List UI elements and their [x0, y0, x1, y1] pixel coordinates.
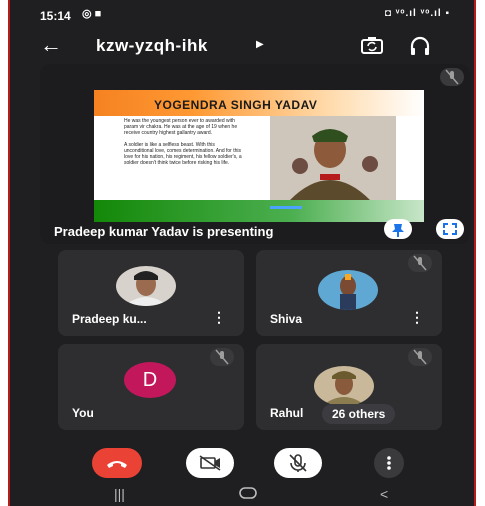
status-signal-icons: ◘ ᵛᵒ.ıl ᵛᵒ.ıl ▪	[384, 8, 450, 19]
mic-off-icon	[408, 254, 432, 272]
back-arrow-icon[interactable]: ←	[40, 32, 62, 58]
avatar	[318, 270, 378, 310]
headphones-icon[interactable]	[406, 32, 434, 60]
meeting-code[interactable]: kzw-yzqh-ihk	[96, 36, 208, 56]
mic-off-icon	[210, 348, 234, 366]
camera-off-icon	[199, 455, 221, 471]
phone-hangup-icon	[107, 461, 127, 468]
slide-link-bar	[270, 206, 302, 209]
more-vertical-icon	[387, 456, 391, 470]
presentation-tile[interactable]: YOGENDRA SINGH YADAV He was the youngest…	[40, 64, 470, 244]
meeting-header: ← kzw-yzqh-ihk ▶	[10, 28, 474, 62]
call-controls	[10, 444, 474, 484]
status-bar: 15:14 ◎ ■ ◘ ᵛᵒ.ıl ᵛᵒ.ıl ▪	[10, 0, 474, 28]
participant-name: Pradeep ku...	[72, 312, 147, 326]
caret-right-icon[interactable]: ▶	[256, 39, 264, 50]
slide-body: He was the youngest person ever to award…	[124, 118, 244, 172]
home-icon[interactable]	[238, 486, 258, 503]
more-vertical-icon[interactable]: ⋮	[212, 309, 226, 326]
pin-icon	[392, 224, 404, 237]
avatar: D	[124, 362, 176, 398]
fullscreen-button[interactable]	[436, 219, 464, 239]
avatar	[314, 366, 374, 406]
phone-screen: 15:14 ◎ ■ ◘ ᵛᵒ.ıl ᵛᵒ.ıl ▪ ← kzw-yzqh-ihk…	[8, 0, 476, 506]
back-nav-icon[interactable]: <	[380, 486, 388, 502]
slide-soldier-photo	[270, 116, 396, 200]
more-vertical-icon[interactable]: ⋮	[410, 309, 424, 326]
mic-off-icon	[408, 348, 432, 366]
others-count-badge[interactable]: 26 others	[322, 404, 396, 424]
slide-paragraph: A soldier is like a selfless beast. With…	[124, 142, 242, 166]
participant-name: Rahul	[270, 406, 304, 420]
participant-tile[interactable]: D You	[58, 344, 244, 430]
participant-tile[interactable]: Rahul 26 others	[256, 344, 442, 430]
participant-tile[interactable]: Shiva ⋮	[256, 250, 442, 336]
presenting-label: Pradeep kumar Yadav is presenting	[54, 224, 274, 239]
mic-off-icon	[440, 68, 464, 86]
slide-green-band	[94, 200, 424, 222]
participant-name: You	[72, 406, 94, 420]
more-options-button[interactable]	[374, 448, 404, 478]
slide-title: YOGENDRA SINGH YADAV	[154, 98, 318, 112]
mic-toggle-button[interactable]	[274, 448, 322, 478]
pin-button[interactable]	[384, 219, 412, 239]
slide-paragraph: He was the youngest person ever to award…	[124, 118, 238, 136]
switch-camera-icon[interactable]	[358, 32, 386, 60]
participant-tile[interactable]: Pradeep ku... ⋮	[58, 250, 244, 336]
camera-toggle-button[interactable]	[186, 448, 234, 478]
fullscreen-icon	[443, 223, 457, 235]
shared-slide: YOGENDRA SINGH YADAV He was the youngest…	[94, 90, 424, 222]
end-call-button[interactable]	[92, 448, 142, 478]
mic-off-icon	[289, 454, 307, 472]
avatar	[116, 266, 176, 306]
status-notification-icons: ◎ ■	[82, 8, 102, 20]
status-time: 15:14	[40, 9, 71, 23]
participant-name: Shiva	[270, 312, 303, 326]
android-nav-bar: ||| <	[10, 484, 474, 506]
recent-apps-icon[interactable]: |||	[114, 486, 125, 502]
